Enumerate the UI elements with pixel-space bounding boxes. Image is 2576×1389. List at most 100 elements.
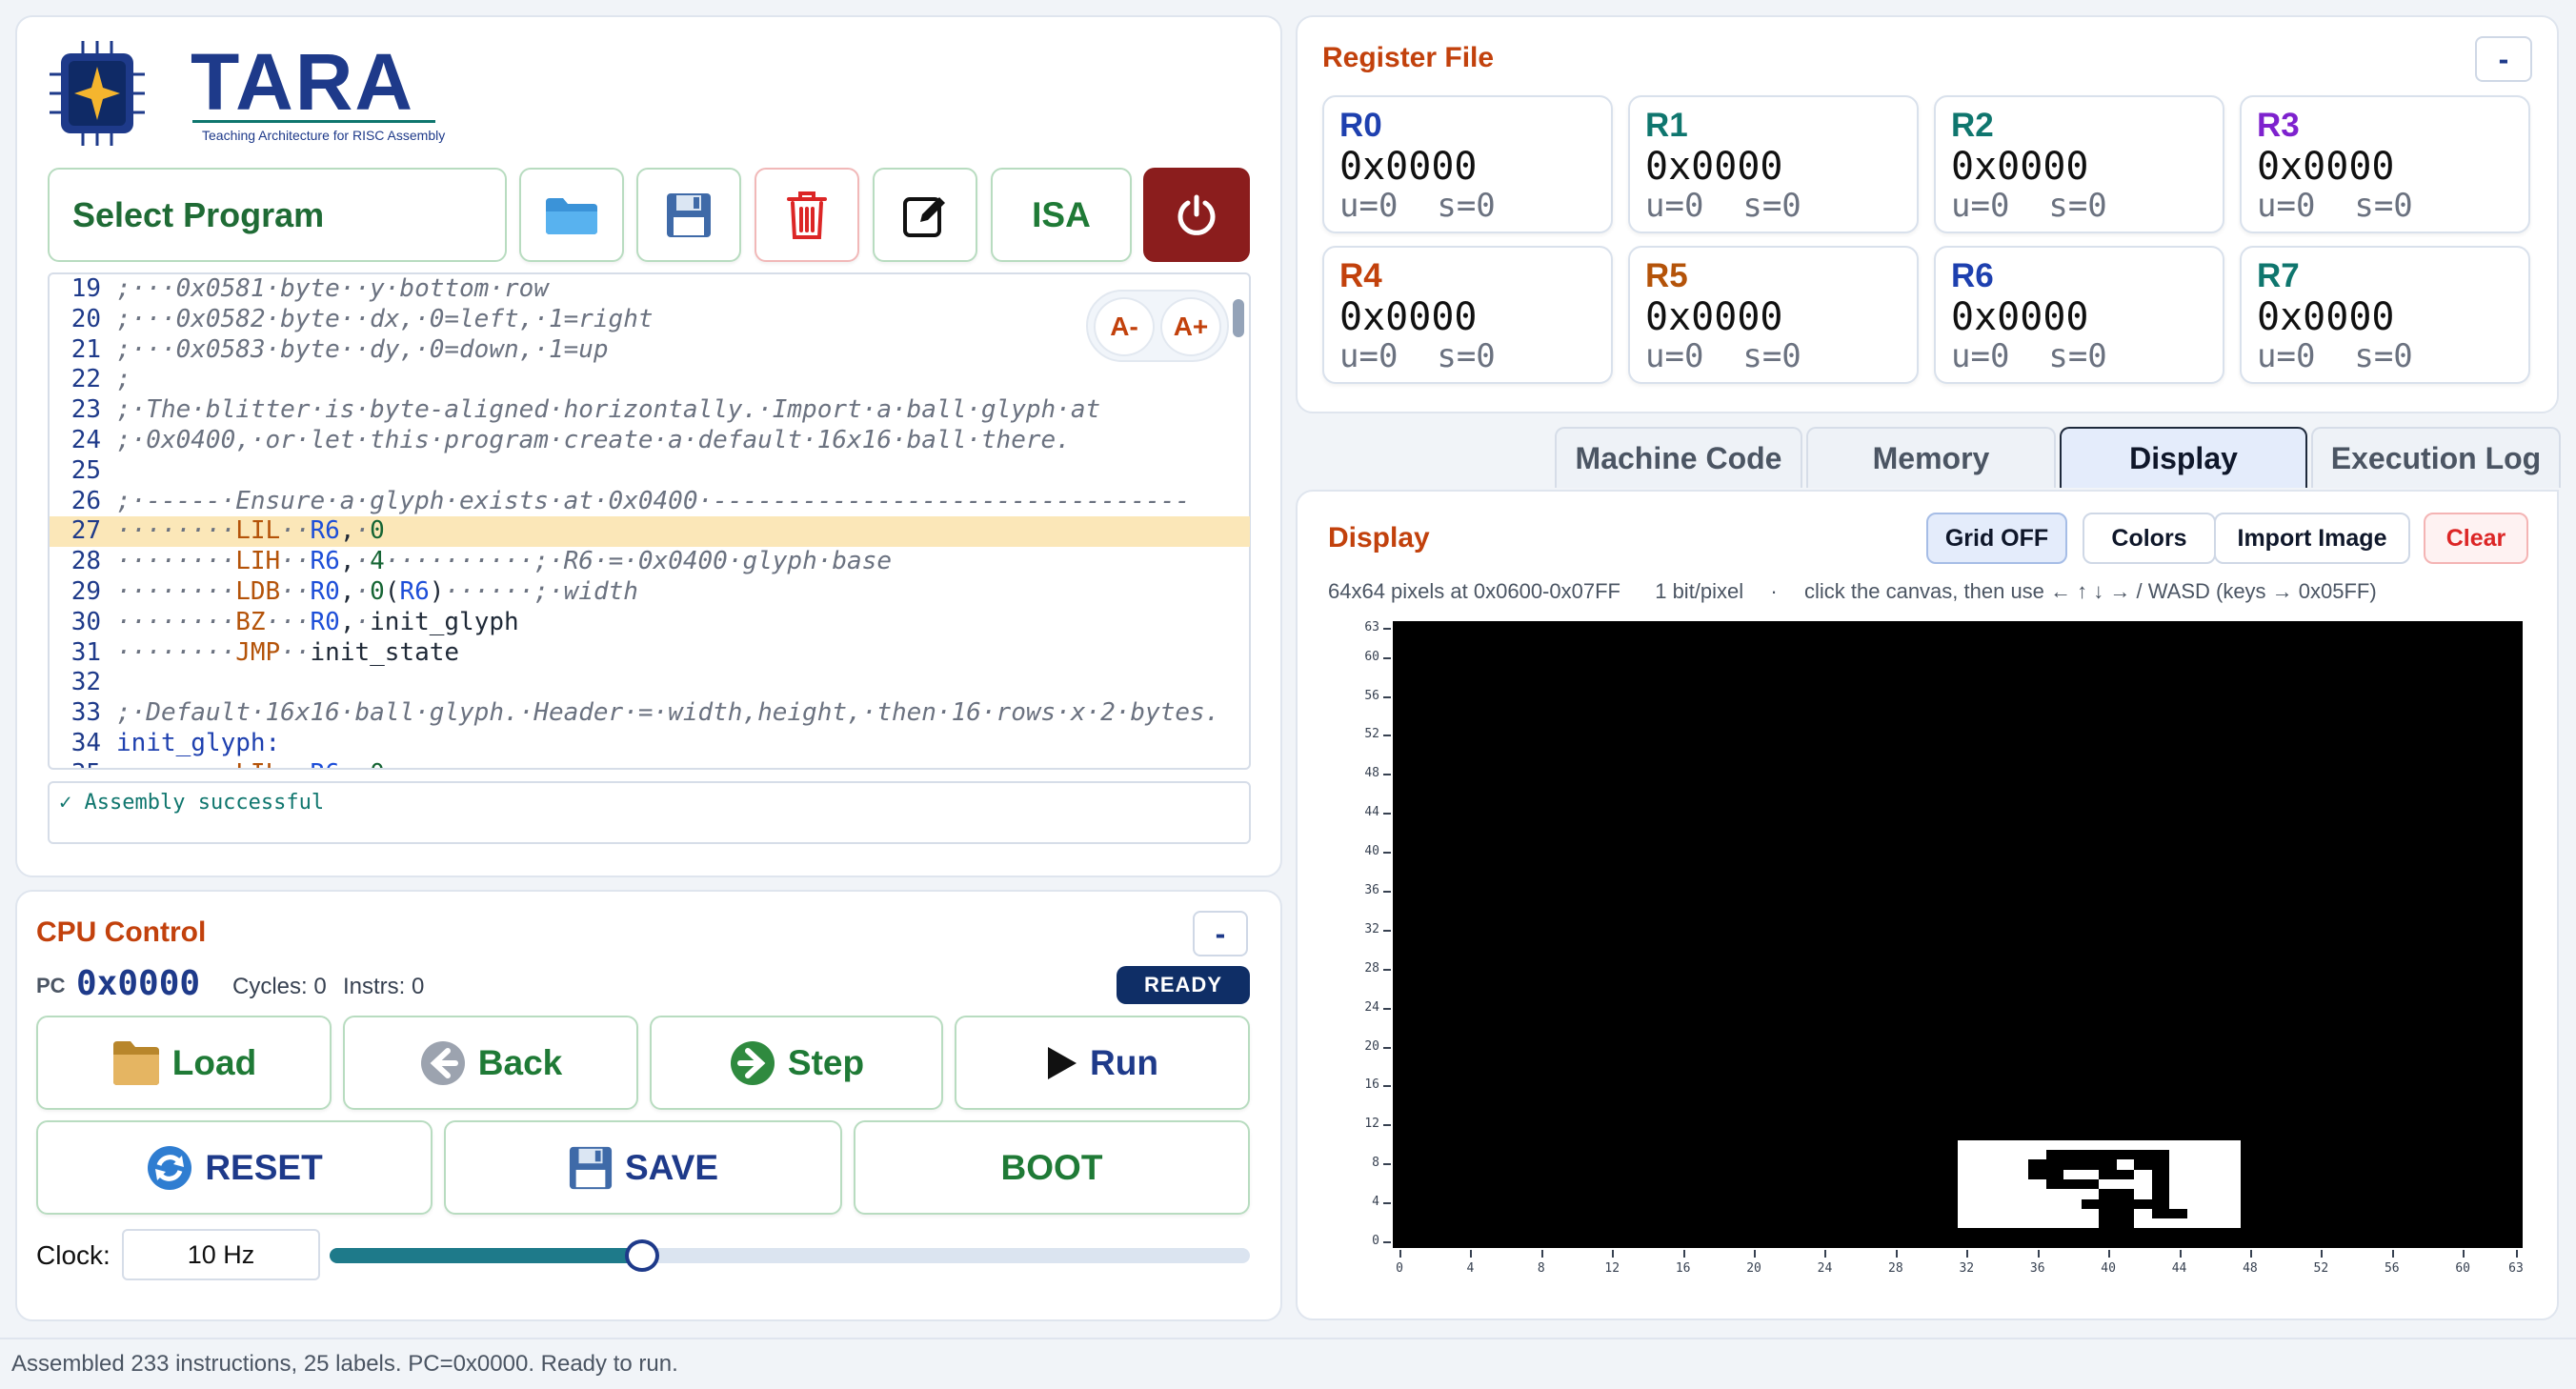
boot-label: BOOT — [1000, 1147, 1103, 1187]
x-tick-mark — [1470, 1250, 1473, 1258]
y-tick-mark — [1383, 1046, 1391, 1049]
run-button[interactable]: Run — [955, 1016, 1250, 1110]
line-text: ········LIL··R6,·0 — [116, 516, 385, 546]
y-tick-mark — [1383, 774, 1391, 776]
register-flags: u=0 s=0 — [1951, 187, 2107, 225]
line-text: ;···0x0583·byte··dy,·0=down,·1=up — [116, 334, 609, 364]
tab-execution-log[interactable]: Execution Log — [2311, 427, 2561, 488]
code-line[interactable]: 34 init_glyph: — [50, 729, 1250, 759]
sprite-pixels — [2045, 1179, 2100, 1190]
font-increase-button[interactable]: A+ — [1160, 297, 1221, 356]
cpu-collapse-button[interactable]: - — [1193, 911, 1248, 956]
x-tick-label: 0 — [1396, 1261, 1403, 1276]
font-decrease-button[interactable]: A- — [1094, 297, 1155, 356]
code-line[interactable]: 20 ;···0x0582·byte··dx,·0=left,·1=right — [50, 305, 1250, 335]
power-button[interactable] — [1143, 168, 1250, 262]
save-file-button[interactable] — [636, 168, 741, 262]
x-tick-label: 56 — [2384, 1261, 2400, 1276]
register-collapse-button[interactable]: - — [2475, 36, 2532, 82]
boot-button[interactable]: BOOT — [854, 1120, 1250, 1215]
line-number: 30 — [70, 607, 101, 636]
load-button[interactable]: Load — [36, 1016, 332, 1110]
code-line[interactable]: 26 ;·-----·Ensure·a·glyph·exists·at·0x040… — [50, 487, 1250, 517]
x-tick-label: 32 — [1959, 1261, 1975, 1276]
edit-program-button[interactable] — [873, 168, 977, 262]
editor-scrollbar[interactable] — [1233, 299, 1244, 337]
logo-subtitle: Teaching Architecture for RISC Assembly — [202, 128, 446, 143]
save-state-button[interactable]: SAVE — [444, 1120, 842, 1215]
grid-toggle-button[interactable]: Grid OFF — [1926, 513, 2067, 564]
y-tick-label: 44 — [1364, 805, 1379, 820]
y-tick-mark — [1383, 1241, 1391, 1243]
line-number: 22 — [70, 365, 101, 394]
y-tick-mark — [1383, 1124, 1391, 1127]
clock-slider[interactable] — [330, 1239, 1250, 1272]
code-line[interactable]: 27 ········LIL··R6,·0 — [50, 516, 1250, 548]
code-line[interactable]: 25 — [50, 456, 1250, 487]
code-line[interactable]: 35········LIL··R6,·0 — [50, 759, 1250, 768]
x-tick-mark — [1895, 1250, 1898, 1258]
tab-machine-code[interactable]: Machine Code — [1555, 427, 1802, 488]
line-text: ;···0x0581·byte··y·bottom·row — [116, 274, 549, 303]
isa-label: ISA — [1032, 194, 1091, 234]
clock-speed-field[interactable]: 10 Hz — [122, 1229, 320, 1280]
clear-button[interactable]: Clear — [2424, 513, 2528, 564]
y-tick-label: 63 — [1364, 620, 1379, 634]
isa-button[interactable]: ISA — [991, 168, 1132, 262]
code-line[interactable]: 33 ;·Default·16x16·ball·glyph.·Header·=·w… — [50, 698, 1250, 729]
x-tick-label: 4 — [1466, 1261, 1475, 1276]
code-line[interactable]: 29 ········LDB··R0,·0(R6)······;·width — [50, 577, 1250, 608]
open-file-button[interactable] — [519, 168, 624, 262]
line-text: ; — [116, 365, 131, 394]
register-flags: u=0 s=0 — [1951, 337, 2107, 375]
x-tick-label: 52 — [2313, 1261, 2329, 1276]
code-line[interactable]: 21 ;···0x0583·byte··dy,·0=down,·1=up — [50, 335, 1250, 366]
back-button[interactable]: Back — [343, 1016, 638, 1110]
code-line[interactable]: 23 ;·The·blitter·is·byte-aligned·horizont… — [50, 395, 1250, 426]
code-line[interactable]: 24 ;·0x0400,·or·let·this·program·create·a… — [50, 426, 1250, 456]
line-number: 24 — [70, 425, 101, 454]
colors-button[interactable]: Colors — [2083, 513, 2216, 564]
line-number: 21 — [70, 334, 101, 364]
code-line[interactable]: 22; — [50, 365, 1250, 395]
import-image-button[interactable]: Import Image — [2214, 513, 2410, 564]
delete-program-button[interactable] — [755, 168, 859, 262]
display-separator: · — [1770, 579, 1778, 603]
code-line[interactable]: 32 — [50, 668, 1250, 698]
register-name: R3 — [2257, 107, 2300, 144]
x-tick-label: 60 — [2455, 1261, 2471, 1276]
display-canvas[interactable] — [1393, 621, 2523, 1248]
reset-button[interactable]: RESET — [36, 1120, 433, 1215]
x-tick-mark — [2179, 1250, 2182, 1258]
display-title: Display — [1328, 522, 1430, 554]
register-name: R6 — [1951, 257, 1994, 294]
register-card-r0: R0 0x0000 u=0 s=0 — [1322, 95, 1613, 233]
x-tick-label: 63 — [2508, 1261, 2524, 1276]
sprite-pixels — [2028, 1159, 2117, 1170]
floppy-disk-icon — [667, 192, 711, 237]
status-text: Assembled 233 instructions, 25 labels. P… — [11, 1351, 678, 1377]
code-line[interactable]: 30 ········BZ···R0,·init_glyph — [50, 608, 1250, 638]
x-tick-mark — [2391, 1250, 2394, 1258]
code-lines[interactable]: 19 ;···0x0581·byte··y·bottom·row 20 ;···0x0… — [50, 274, 1250, 768]
y-tick-label: 36 — [1364, 883, 1379, 897]
register-flags: u=0 s=0 — [2257, 337, 2413, 375]
code-line[interactable]: 28 ········LIH··R6,·4··········;·R6·=·0x0… — [50, 547, 1250, 577]
sprite-pixels — [2099, 1189, 2135, 1199]
step-button[interactable]: Step — [650, 1016, 943, 1110]
code-line[interactable]: 31 ········JMP··init_state — [50, 638, 1250, 669]
register-card-r4: R4 0x0000 u=0 s=0 — [1322, 246, 1613, 384]
x-tick-mark — [1399, 1250, 1401, 1258]
tab-memory[interactable]: Memory — [1806, 427, 2056, 488]
line-number: 32 — [70, 668, 101, 697]
code-line[interactable]: 19 ;···0x0581·byte··y·bottom·row — [50, 274, 1250, 305]
tab-display[interactable]: Display — [2060, 427, 2307, 488]
register-value: 0x0000 — [1951, 295, 2089, 339]
select-program-dropdown[interactable]: Select Program — [48, 168, 507, 262]
register-value: 0x0000 — [1339, 145, 1478, 189]
y-tick-label: 12 — [1364, 1117, 1379, 1132]
x-tick-mark — [2249, 1250, 2252, 1258]
y-tick-label: 60 — [1364, 649, 1379, 664]
x-tick-mark — [1682, 1250, 1685, 1258]
register-flags: u=0 s=0 — [1339, 187, 1496, 225]
